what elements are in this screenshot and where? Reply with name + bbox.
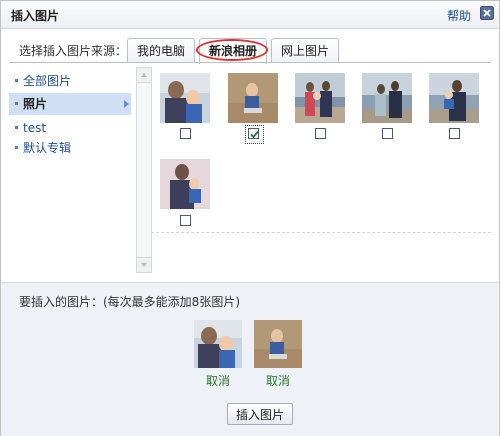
- tab-label: 网上图片: [280, 44, 329, 58]
- tab-sina-album[interactable]: 新浪相册: [196, 38, 268, 64]
- photo-checkbox[interactable]: [382, 128, 393, 139]
- dialog-titlebar: 插入图片 帮助: [1, 1, 499, 29]
- sidebar-item-test[interactable]: test: [9, 117, 131, 139]
- tab-underline: [9, 62, 491, 63]
- cancel-link[interactable]: 取消: [206, 372, 230, 389]
- arrow-right-icon: [124, 100, 129, 108]
- photo-thumbnail[interactable]: [160, 73, 210, 123]
- focus-outline: [245, 125, 264, 144]
- sidebar-item-label: 照片: [23, 97, 48, 111]
- grid-divider: [151, 232, 491, 233]
- dialog-title: 插入图片: [11, 9, 60, 23]
- tab-web-image[interactable]: 网上图片: [271, 38, 339, 63]
- sidebar-item-label: 全部图片: [23, 74, 72, 88]
- sidebar-item-photos[interactable]: 照片: [9, 93, 131, 115]
- selection-instruction: 要插入的图片：(每次最多能添加8张图片): [19, 295, 240, 309]
- photo-checkbox[interactable]: [180, 128, 191, 139]
- sidebar-item-default-album[interactable]: 默认专辑: [9, 137, 131, 159]
- scroll-down-button[interactable]: [137, 257, 151, 272]
- photo-thumbnail[interactable]: [429, 73, 479, 123]
- sidebar-item-label: test: [23, 121, 47, 135]
- selected-images-panel: 要插入的图片：(每次最多能添加8张图片) 取消 取消 插入图片: [1, 282, 499, 436]
- photo-checkbox[interactable]: [449, 128, 460, 139]
- bullet-icon: [15, 79, 18, 82]
- source-label: 选择插入图片来源：: [19, 44, 128, 58]
- help-link[interactable]: 帮助: [447, 7, 471, 24]
- album-sidebar: 全部图片 照片 test 默认专辑: [9, 67, 135, 271]
- photo-checkbox[interactable]: [180, 215, 191, 226]
- bullet-icon: [15, 146, 18, 149]
- tab-my-computer[interactable]: 我的电脑: [127, 38, 195, 63]
- photo-thumbnail[interactable]: [228, 73, 278, 123]
- photo-thumbnail[interactable]: [160, 159, 210, 209]
- selected-image-thumbnail: [194, 320, 242, 368]
- tab-highlight-ring: [196, 39, 268, 61]
- photo-checkbox[interactable]: [245, 125, 264, 144]
- insert-image-button[interactable]: 插入图片: [227, 403, 293, 425]
- cancel-link[interactable]: 取消: [266, 372, 290, 389]
- bullet-icon: [15, 126, 18, 129]
- sidebar-item-all-images[interactable]: 全部图片: [9, 70, 131, 92]
- photo-thumbnail[interactable]: [362, 73, 412, 123]
- photo-thumbnail[interactable]: [295, 73, 345, 123]
- sidebar-scrollbar[interactable]: [136, 67, 152, 273]
- selected-image-thumbnail: [254, 320, 302, 368]
- close-icon[interactable]: [480, 6, 494, 20]
- photo-grid: [151, 67, 491, 272]
- sidebar-item-label: 默认专辑: [23, 141, 72, 155]
- tab-label: 我的电脑: [136, 44, 185, 58]
- photo-checkbox[interactable]: [315, 128, 326, 139]
- insert-image-dialog: 插入图片 帮助 选择插入图片来源： 我的电脑 新浪相册 网上图片 全部图片 照片…: [0, 0, 500, 436]
- scroll-up-button[interactable]: [137, 68, 151, 83]
- bullet-icon: [15, 102, 18, 105]
